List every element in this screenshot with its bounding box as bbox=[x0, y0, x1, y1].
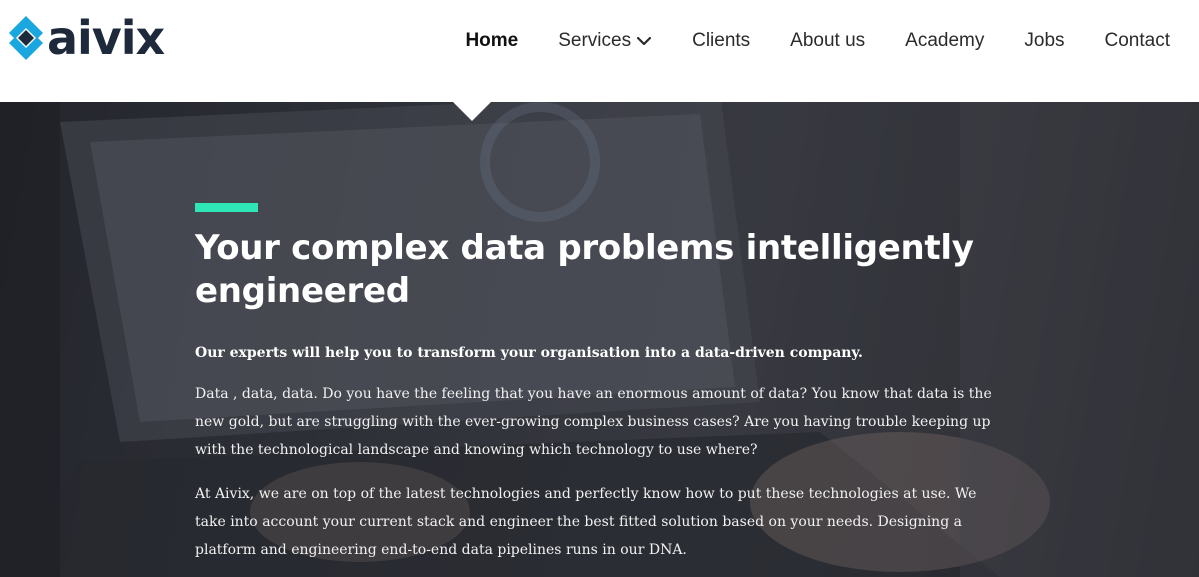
nav-home[interactable]: Home bbox=[465, 30, 518, 52]
nav-services-label: Services bbox=[558, 30, 632, 51]
nav-clients[interactable]: Clients bbox=[692, 30, 750, 52]
nav-services[interactable]: Services bbox=[558, 30, 652, 52]
active-nav-indicator bbox=[452, 101, 492, 121]
hero-title: Your complex data problems intelligently… bbox=[195, 228, 974, 311]
main-nav: Home Services Clients About us Academy J… bbox=[425, 26, 1170, 56]
accent-bar bbox=[195, 203, 258, 212]
site-header: aivix Home Services Clients About us Aca… bbox=[0, 0, 1199, 102]
nav-academy[interactable]: Academy bbox=[905, 30, 984, 52]
chevron-down-icon bbox=[636, 36, 652, 46]
hero-section: Your complex data problems intelligently… bbox=[0, 102, 1199, 577]
nav-jobs[interactable]: Jobs bbox=[1024, 30, 1064, 52]
logo[interactable]: aivix bbox=[9, 11, 165, 67]
hero-paragraph: Data , data, data. Do you have the feeli… bbox=[195, 386, 992, 458]
logo-wordmark: aivix bbox=[47, 11, 165, 65]
nav-contact[interactable]: Contact bbox=[1105, 30, 1170, 52]
nav-about-us[interactable]: About us bbox=[790, 30, 865, 52]
logo-diamond-icon bbox=[9, 16, 43, 60]
hero-lead: Our experts will help you to transform y… bbox=[195, 345, 863, 361]
hero-paragraph: At Aivix, we are on top of the latest te… bbox=[195, 486, 977, 558]
